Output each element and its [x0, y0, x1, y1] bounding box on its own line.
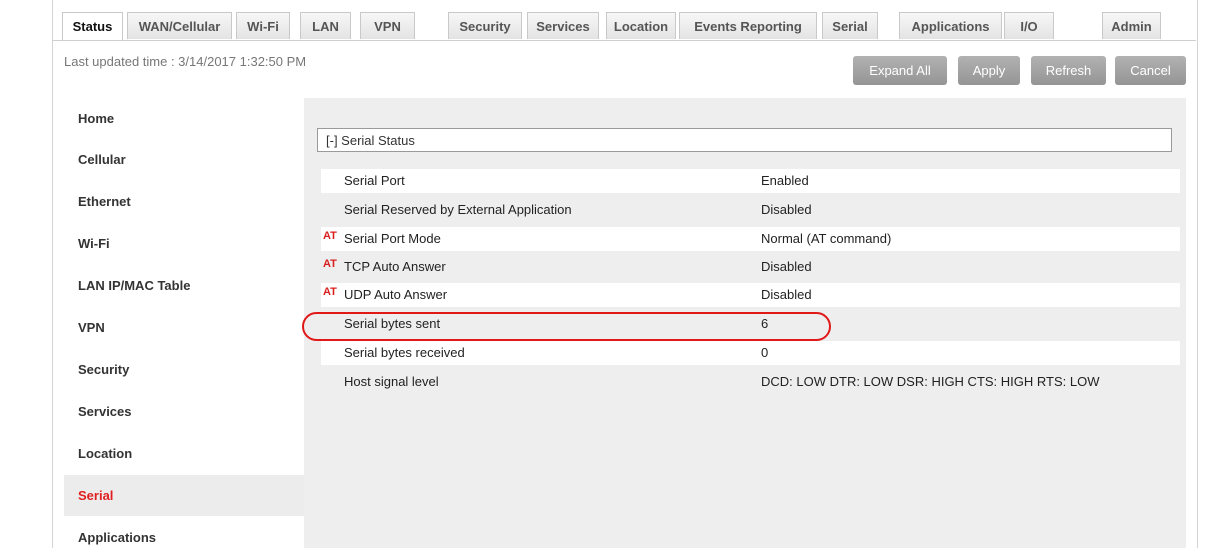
highlight-ellipse-annotation	[302, 312, 831, 341]
last-updated-text: Last updated time : 3/14/2017 1:32:50 PM	[64, 54, 307, 69]
at-command-marker: AT	[323, 230, 337, 242]
sidebar-item-lan-ip-mac-table[interactable]: LAN IP/MAC Table	[64, 265, 304, 306]
status-row-serial-port-mode: AT Serial Port Mode Normal (AT command)	[321, 227, 1180, 251]
tab-admin[interactable]: Admin	[1102, 12, 1161, 39]
row-label: TCP Auto Answer	[344, 259, 446, 274]
row-value: DCD: LOW DTR: LOW DSR: HIGH CTS: HIGH RT…	[761, 374, 1100, 389]
row-value: Disabled	[761, 202, 812, 217]
serial-status-section-header[interactable]: [-] Serial Status	[317, 128, 1172, 152]
expand-all-button[interactable]: Expand All	[853, 56, 947, 85]
status-row-tcp-auto-answer: AT TCP Auto Answer Disabled	[321, 255, 1180, 279]
tab-location[interactable]: Location	[606, 12, 676, 39]
sidebar-item-vpn[interactable]: VPN	[64, 307, 304, 348]
row-label: UDP Auto Answer	[344, 287, 448, 302]
status-row-serial-bytes-received: Serial bytes received 0	[321, 341, 1180, 365]
tab-services[interactable]: Services	[527, 12, 599, 39]
at-command-marker: AT	[323, 286, 337, 298]
row-value: Disabled	[761, 259, 812, 274]
sidebar-item-applications[interactable]: Applications	[64, 517, 304, 558]
sidebar-item-location[interactable]: Location	[64, 433, 304, 474]
sidebar-item-ethernet[interactable]: Ethernet	[64, 181, 304, 222]
row-value: Enabled	[761, 173, 809, 188]
sidebar: Home Cellular Ethernet Wi-Fi LAN IP/MAC …	[64, 98, 304, 548]
cancel-button[interactable]: Cancel	[1115, 56, 1186, 85]
status-row-udp-auto-answer: AT UDP Auto Answer Disabled	[321, 283, 1180, 307]
tab-lan[interactable]: LAN	[300, 12, 351, 39]
refresh-button[interactable]: Refresh	[1031, 56, 1106, 85]
sidebar-item-cellular[interactable]: Cellular	[64, 139, 304, 180]
status-row-serial-reserved: Serial Reserved by External Application …	[321, 198, 1180, 222]
tab-vpn[interactable]: VPN	[360, 12, 415, 39]
tab-applications[interactable]: Applications	[899, 12, 1002, 39]
tab-events-reporting[interactable]: Events Reporting	[679, 12, 817, 39]
tab-io[interactable]: I/O	[1004, 12, 1054, 39]
tabbar-divider	[52, 40, 1196, 41]
sidebar-item-serial[interactable]: Serial	[64, 475, 304, 516]
sidebar-item-services[interactable]: Services	[64, 391, 304, 432]
row-value: 0	[761, 345, 769, 360]
row-value: Disabled	[761, 287, 812, 302]
tab-wi-fi[interactable]: Wi-Fi	[236, 12, 290, 39]
sidebar-item-security[interactable]: Security	[64, 349, 304, 390]
row-label: Host signal level	[344, 374, 439, 389]
tab-serial[interactable]: Serial	[822, 12, 878, 39]
status-row-host-signal-level: Host signal level DCD: LOW DTR: LOW DSR:…	[321, 370, 1180, 394]
at-command-marker: AT	[323, 258, 337, 270]
tab-status[interactable]: Status	[62, 12, 123, 41]
status-row-serial-port: Serial Port Enabled	[321, 169, 1180, 193]
row-label: Serial bytes received	[344, 345, 465, 360]
tab-wan-cellular[interactable]: WAN/Cellular	[127, 12, 232, 39]
row-label: Serial Reserved by External Application	[344, 202, 572, 217]
apply-button[interactable]: Apply	[958, 56, 1020, 85]
row-value: Normal (AT command)	[761, 231, 892, 246]
tab-security[interactable]: Security	[448, 12, 522, 39]
sidebar-item-wi-fi[interactable]: Wi-Fi	[64, 223, 304, 264]
row-label: Serial Port	[344, 173, 405, 188]
row-label: Serial Port Mode	[344, 231, 441, 246]
sidebar-item-home[interactable]: Home	[64, 98, 304, 139]
